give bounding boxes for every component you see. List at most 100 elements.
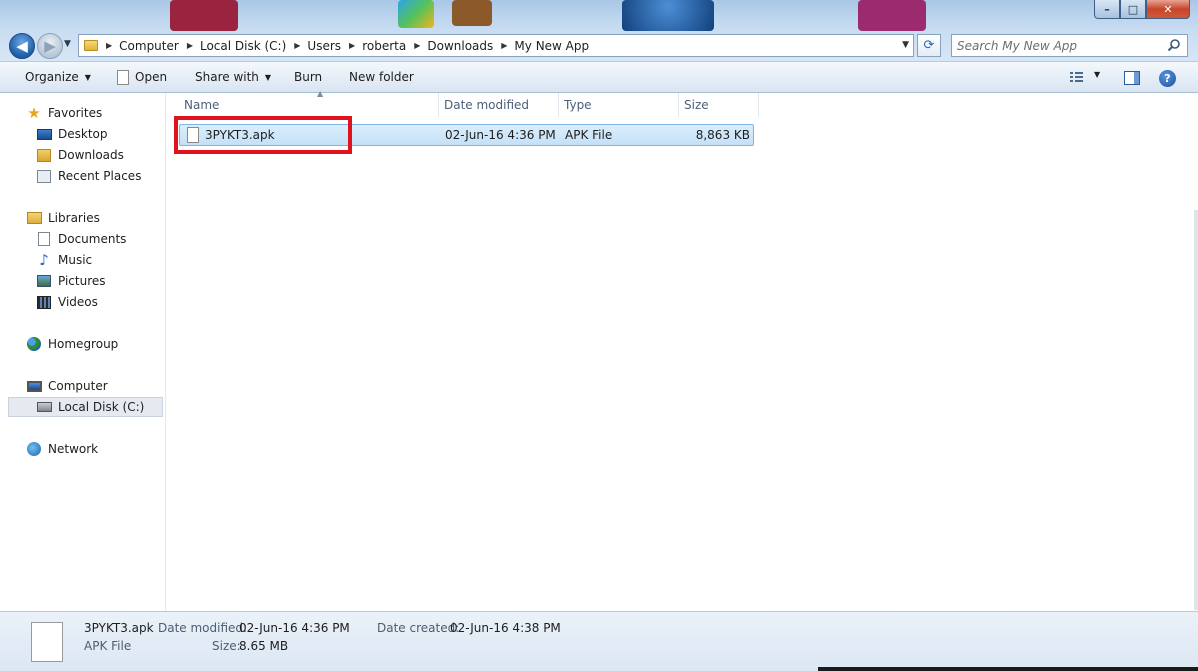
address-row: ◀ ▶ ▼ ▶ Computer ▶ Local Disk (C:) ▶ Use… [0,31,1198,61]
sidebar-item-pictures[interactable]: Pictures [36,271,106,291]
chevron-down-icon: ▼ [84,72,91,82]
sidebar-item-label: Libraries [48,211,100,225]
preview-pane-icon[interactable] [1124,71,1140,85]
sidebar-item-label: Videos [58,295,98,309]
new-folder-label: New folder [349,70,414,84]
details-size-label: Size: [212,639,241,653]
highlight-annotation-box [174,116,352,154]
burn-button[interactable]: Burn [294,62,322,92]
network-icon [26,441,42,457]
breadcrumb-downloads[interactable]: Downloads [427,39,493,53]
homegroup-icon [26,336,42,352]
sidebar-item-videos[interactable]: Videos [36,292,98,312]
sidebar-item-network[interactable]: Network [26,439,98,459]
sort-ascending-icon: ▲ [317,89,324,98]
column-header-date-modified[interactable]: Date modified [439,93,559,117]
libraries-icon [26,210,42,226]
arrow-left-icon: ◀ [16,37,28,55]
view-options-icon[interactable] [1069,70,1085,84]
background-app-tile [452,0,492,26]
sidebar-item-label: Downloads [58,148,124,162]
help-icon[interactable]: ? [1159,70,1176,87]
column-header-label: Date modified [444,98,530,112]
star-icon: ★ [27,104,41,122]
chevron-right-icon[interactable]: ▶ [349,41,355,50]
back-button[interactable]: ◀ [9,33,35,59]
sidebar-item-downloads[interactable]: Downloads [36,145,124,165]
search-placeholder: Search My New App [957,38,1078,53]
sidebar-item-libraries[interactable]: Libraries [26,208,100,228]
open-button[interactable]: Open [117,62,167,92]
window-title-bar: – □ ✕ [0,0,1198,31]
sidebar-item-label: Computer [48,379,108,393]
sidebar-item-favorites[interactable]: ★ Favorites [26,103,102,123]
details-date-created: 02-Jun-16 4:38 PM [450,621,561,635]
breadcrumb-computer[interactable]: Computer [119,39,179,53]
share-with-label: Share with [195,70,259,84]
chevron-right-icon[interactable]: ▶ [106,41,112,50]
downloads-folder-icon [36,147,52,163]
sidebar-item-label: Music [58,253,93,267]
sidebar-item-local-disk[interactable]: Local Disk (C:) [8,397,163,417]
address-history-dropdown[interactable]: ▼ [902,40,909,50]
chevron-right-icon[interactable]: ▶ [501,41,507,50]
sidebar-item-recent-places[interactable]: Recent Places [36,166,141,186]
arrow-right-icon: ▶ [44,37,56,55]
command-bar: Organize ▼ Open Share with ▼ Burn New fo… [0,61,1198,93]
sidebar-item-desktop[interactable]: Desktop [36,124,108,144]
sidebar-item-computer[interactable]: Computer [26,376,108,396]
search-input[interactable]: Search My New App [951,34,1188,57]
search-icon[interactable] [1167,38,1181,52]
file-type: APK File [565,128,613,142]
sidebar-item-music[interactable]: ♪ Music [36,250,92,270]
details-file-name: 3PYKT3.apk [84,621,154,635]
column-header-label: Name [184,98,220,112]
organize-button[interactable]: Organize ▼ [25,62,91,92]
sidebar-item-label: Desktop [58,127,108,141]
open-label: Open [135,70,168,84]
forward-button[interactable]: ▶ [37,33,63,59]
details-pane: 3PYKT3.apk APK File Date modified: 02-Ju… [0,611,1198,671]
file-size: 8,863 KB [695,128,750,142]
sidebar-item-label: Local Disk (C:) [58,400,145,414]
sidebar-item-documents[interactable]: Documents [36,229,126,249]
maximize-button[interactable]: □ [1120,0,1146,19]
details-date-modified: 02-Jun-16 4:36 PM [239,621,350,635]
new-folder-button[interactable]: New folder [349,62,414,92]
details-date-modified-label: Date modified: [158,621,248,635]
column-header-label: Size [684,98,709,112]
column-header-label: Type [564,98,592,112]
column-header-size[interactable]: Size [679,93,759,117]
background-app-tile [858,0,926,31]
background-app-tile [622,0,714,31]
recent-pages-dropdown[interactable]: ▼ [64,39,71,49]
chevron-right-icon[interactable]: ▶ [187,41,193,50]
navigation-pane: ★ Favorites Desktop Downloads Recent Pla… [0,93,166,611]
pictures-icon [36,273,52,289]
column-header-name[interactable]: Name ▲ [179,89,439,117]
share-with-button[interactable]: Share with ▼ [195,62,271,92]
column-header-type[interactable]: Type [559,93,679,117]
details-file-type: APK File [84,639,132,653]
refresh-button[interactable]: ⟳ [917,34,941,57]
sidebar-item-homegroup[interactable]: Homegroup [26,334,118,354]
breadcrumb-my-new-app[interactable]: My New App [514,39,589,53]
main-area: ★ Favorites Desktop Downloads Recent Pla… [0,89,1198,611]
window-controls: – □ ✕ [1094,0,1190,19]
file-date-modified: 02-Jun-16 4:36 PM [445,128,556,142]
minimize-button[interactable]: – [1094,0,1120,19]
organize-label: Organize [25,70,79,84]
close-button[interactable]: ✕ [1146,0,1190,19]
chevron-right-icon[interactable]: ▶ [414,41,420,50]
background-app-tile [398,0,434,28]
chevron-right-icon[interactable]: ▶ [294,41,300,50]
sidebar-item-label: Recent Places [58,169,142,183]
chevron-down-icon[interactable]: ▼ [1094,70,1100,79]
file-icon [117,69,129,85]
breadcrumb-local-disk[interactable]: Local Disk (C:) [200,39,286,53]
address-bar[interactable]: ▶ Computer ▶ Local Disk (C:) ▶ Users ▶ r… [78,34,914,57]
breadcrumb-users[interactable]: Users [307,39,341,53]
breadcrumb-roberta[interactable]: roberta [362,39,406,53]
sidebar-item-label: Network [48,442,99,456]
sidebar-item-label: Pictures [58,274,106,288]
